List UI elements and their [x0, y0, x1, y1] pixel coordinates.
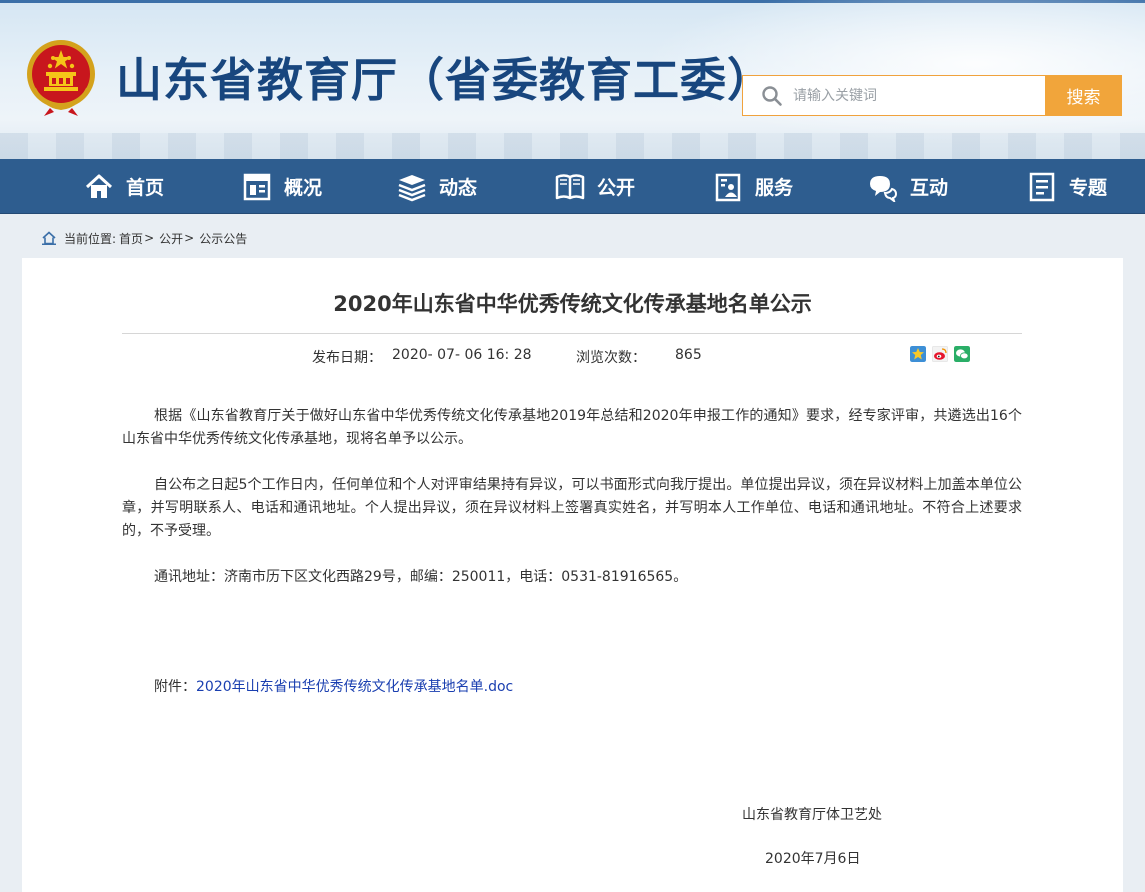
article-title: 2020年山东省中华优秀传统文化传承基地名单公示 — [333, 292, 812, 316]
nav-label-service: 服务 — [755, 177, 794, 199]
nav-item-overview[interactable]: 概况 — [242, 159, 322, 214]
attachment-link[interactable]: 2020年山东省中华优秀传统文化传承基地名单.doc — [196, 679, 513, 695]
service-icon — [715, 173, 741, 201]
chat-icon — [870, 175, 898, 202]
weibo-share-icon[interactable] — [932, 346, 948, 362]
breadcrumb-link-public[interactable]: 公开 — [159, 230, 183, 247]
nav-label-public: 公开 — [597, 177, 636, 199]
nav-item-news[interactable]: 动态 — [397, 159, 477, 214]
nav-item-service[interactable]: 服务 — [713, 159, 793, 214]
national-emblem-icon[interactable] — [22, 36, 100, 116]
publish-date-label: 发布日期： — [312, 350, 382, 366]
nav-label-overview: 概况 — [284, 177, 323, 199]
title-divider — [122, 333, 1022, 334]
breadcrumb: 当前位置: 首页 > 公开 > 公示公告 — [42, 228, 247, 248]
article-paragraph: 通讯地址：济南市历下区文化西路29号，邮编：250011，电话：0531-819… — [154, 569, 688, 585]
views-count: 865 — [675, 347, 702, 363]
breadcrumb-link-home[interactable]: 首页 — [119, 230, 143, 247]
signature: 山东省教育厅体卫艺处 — [742, 807, 882, 823]
article-paragraph: 自公布之日起5个工作日内，任何单位和个人对评审结果持有异议，可以书面形式向我厅提… — [122, 477, 1022, 539]
breadcrumb-link-notice[interactable]: 公示公告 — [199, 230, 247, 247]
topic-icon — [1029, 172, 1055, 201]
news-icon — [398, 174, 426, 201]
article-panel: 2020年山东省中华优秀传统文化传承基地名单公示 发布日期： 2020- 07-… — [22, 258, 1123, 892]
nav-label-home: 首页 — [126, 177, 165, 199]
home-icon — [85, 174, 113, 198]
nav-item-public[interactable]: 公开 — [555, 159, 635, 214]
breadcrumb-separator: > — [144, 231, 155, 245]
breadcrumb-separator: > — [184, 231, 195, 245]
header-decoration — [0, 133, 1145, 159]
search-box: 搜索 — [742, 75, 1122, 116]
search-icon — [762, 86, 782, 106]
nav-item-home[interactable]: 首页 — [84, 159, 164, 214]
site-title[interactable]: 山东省教育厅（省委教育工委） — [116, 44, 774, 110]
article-paragraph: 根据《山东省教育厅关于做好山东省中华优秀传统文化传承基地2019年总结和2020… — [122, 408, 1022, 447]
attachment-label: 附件： — [154, 679, 196, 695]
nav-item-interact[interactable]: 互动 — [868, 159, 948, 214]
nav-label-interact: 互动 — [910, 177, 949, 199]
nav-label-news: 动态 — [439, 177, 478, 199]
views-label: 浏览次数： — [576, 350, 646, 366]
nav-item-topic[interactable]: 专题 — [1027, 159, 1107, 214]
attachment: 附件：2020年山东省中华优秀传统文化传承基地名单.doc — [154, 676, 513, 696]
site-header: 山东省教育厅（省委教育工委） 搜索 — [0, 0, 1145, 159]
breadcrumb-prefix: 当前位置: — [64, 231, 117, 246]
qzone-share-icon[interactable] — [910, 346, 926, 362]
share-buttons — [910, 346, 970, 362]
main-nav: 首页 概况 动态 公开 服务 互动 专题 — [0, 159, 1145, 214]
overview-icon — [243, 173, 271, 200]
search-input[interactable] — [793, 82, 1033, 110]
wechat-share-icon[interactable] — [954, 346, 970, 362]
home-small-icon — [42, 231, 56, 245]
search-button[interactable]: 搜索 — [1045, 75, 1122, 116]
book-icon — [555, 173, 585, 199]
sign-date: 2020年7月6日 — [765, 851, 861, 867]
publish-date: 2020- 07- 06 16: 28 — [392, 347, 532, 363]
nav-label-topic: 专题 — [1069, 177, 1108, 199]
